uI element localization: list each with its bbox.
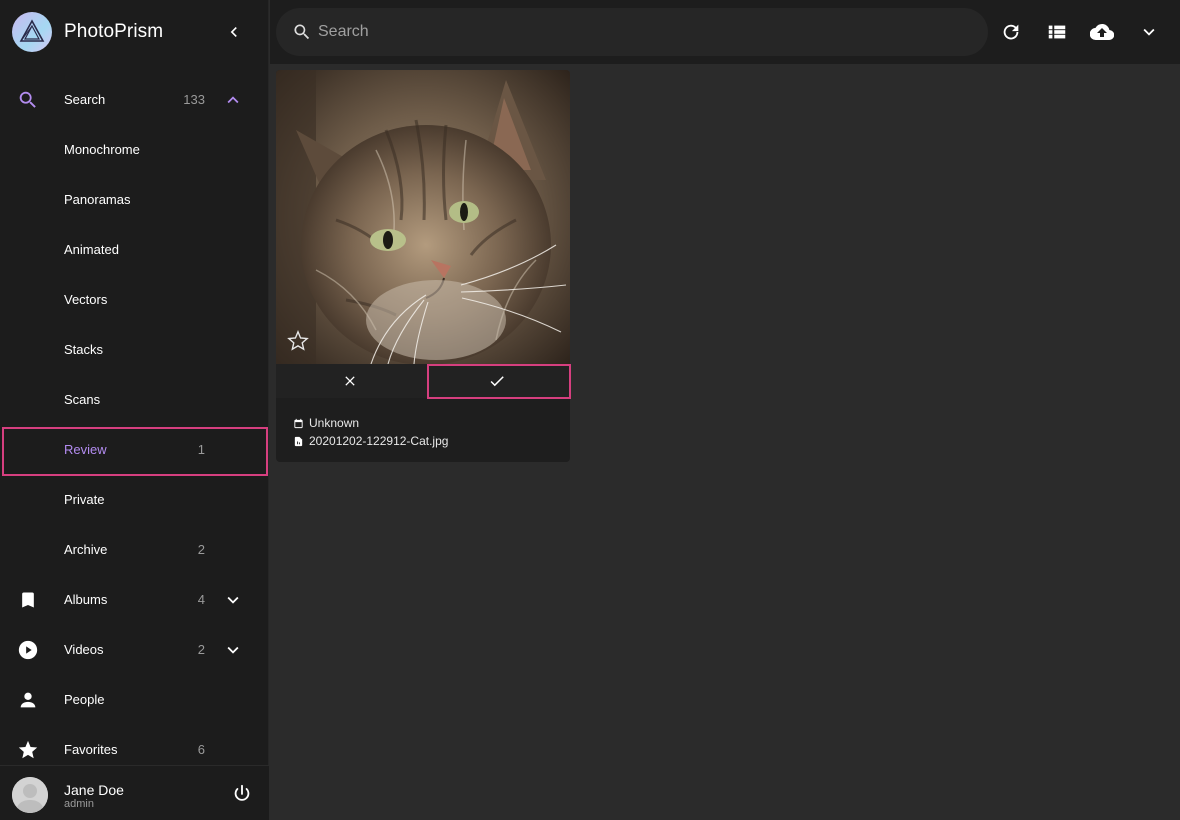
photo-card[interactable]: Unknown 20201202-122912-Cat.jpg bbox=[276, 70, 570, 462]
search-icon bbox=[16, 88, 40, 112]
photo-date-row: Unknown bbox=[292, 414, 448, 432]
sidebar-item-label: Review bbox=[64, 442, 107, 457]
photo-thumbnail[interactable] bbox=[276, 70, 570, 364]
sidebar-item-search[interactable]: Search 133 bbox=[0, 75, 269, 125]
sidebar-item-label: Search bbox=[64, 92, 106, 107]
file-icon bbox=[292, 435, 304, 447]
sidebar-item-count: 4 bbox=[197, 592, 205, 607]
sidebar-item-label: Animated bbox=[64, 242, 119, 257]
sidebar-item-count: 133 bbox=[183, 92, 205, 107]
chevron-left-icon bbox=[230, 27, 237, 37]
view-list-button[interactable] bbox=[1045, 20, 1069, 44]
app-title: PhotoPrism bbox=[64, 21, 164, 42]
sidebar-item-label: Vectors bbox=[64, 292, 108, 307]
sidebar-item-count: 1 bbox=[197, 442, 205, 457]
sidebar-item-label: Panoramas bbox=[64, 192, 131, 207]
avatar-silhouette-icon bbox=[12, 777, 48, 813]
search-box[interactable] bbox=[276, 8, 988, 56]
sidebar-item-label: Monochrome bbox=[64, 142, 140, 157]
top-toolbar bbox=[270, 0, 1180, 64]
more-options-button[interactable] bbox=[1137, 20, 1161, 44]
brand: PhotoPrism bbox=[0, 0, 269, 64]
user-role: admin bbox=[64, 798, 94, 810]
chevron-down-icon[interactable] bbox=[221, 588, 245, 612]
sidebar-item-count: 2 bbox=[197, 542, 205, 557]
user-bar: Jane Doe admin bbox=[0, 765, 269, 820]
close-icon bbox=[344, 376, 355, 386]
sidebar-item-review[interactable]: Review 1 bbox=[0, 425, 269, 475]
review-actions bbox=[276, 364, 570, 398]
sidebar-item-animated[interactable]: Animated bbox=[0, 225, 269, 275]
sidebar: PhotoPrism Search 133 Monochrome Panoram… bbox=[0, 0, 269, 820]
sidebar-item-label: Archive bbox=[64, 542, 108, 557]
collapse-sidebar-button[interactable] bbox=[222, 20, 246, 44]
calendar-icon bbox=[292, 417, 304, 429]
user-name: Jane Doe bbox=[64, 782, 124, 798]
photo-filename-row: 20201202-122912-Cat.jpg bbox=[292, 432, 448, 450]
sidebar-item-label: Videos bbox=[64, 642, 104, 657]
sidebar-item-panoramas[interactable]: Panoramas bbox=[0, 175, 269, 225]
person-icon bbox=[16, 688, 40, 712]
reject-button[interactable] bbox=[276, 364, 423, 398]
check-icon bbox=[490, 376, 504, 387]
photoprism-logo[interactable] bbox=[12, 12, 52, 52]
sidebar-item-people[interactable]: People bbox=[0, 675, 269, 725]
chevron-up-icon[interactable] bbox=[221, 88, 245, 112]
power-icon bbox=[234, 784, 250, 801]
cloud-upload-icon bbox=[1090, 23, 1114, 41]
prism-icon bbox=[19, 19, 45, 42]
sidebar-item-label: Scans bbox=[64, 392, 101, 407]
search-input[interactable] bbox=[318, 18, 958, 46]
search-icon bbox=[294, 24, 310, 40]
sidebar-item-label: Stacks bbox=[64, 342, 104, 357]
photo-metadata: Unknown 20201202-122912-Cat.jpg bbox=[292, 414, 448, 450]
chevron-down-icon bbox=[1143, 28, 1155, 36]
sidebar-item-count: 6 bbox=[197, 742, 205, 757]
cat-photo-image bbox=[276, 70, 570, 364]
avatar[interactable] bbox=[12, 777, 48, 813]
sidebar-item-videos[interactable]: Videos 2 bbox=[0, 625, 269, 675]
approve-button[interactable] bbox=[423, 364, 570, 398]
favorite-star-button[interactable] bbox=[287, 330, 309, 352]
star-icon bbox=[16, 738, 40, 762]
view-list-icon bbox=[1048, 25, 1066, 39]
play-circle-icon bbox=[16, 638, 40, 662]
sidebar-item-label: People bbox=[64, 692, 105, 707]
sidebar-item-stacks[interactable]: Stacks bbox=[0, 325, 269, 375]
sidebar-item-label: Favorites bbox=[64, 742, 118, 757]
sidebar-item-label: Private bbox=[64, 492, 105, 507]
sidebar-item-albums[interactable]: Albums 4 bbox=[0, 575, 269, 625]
sidebar-item-monochrome[interactable]: Monochrome bbox=[0, 125, 269, 175]
bookmark-icon bbox=[16, 588, 40, 612]
sidebar-item-label: Albums bbox=[64, 592, 108, 607]
refresh-button[interactable] bbox=[999, 20, 1023, 44]
sidebar-item-count: 2 bbox=[197, 642, 205, 657]
sidebar-item-scans[interactable]: Scans bbox=[0, 375, 269, 425]
sidebar-item-private[interactable]: Private bbox=[0, 475, 269, 525]
upload-button[interactable] bbox=[1090, 20, 1114, 44]
sidebar-item-archive[interactable]: Archive 2 bbox=[0, 525, 269, 575]
star-outline-icon bbox=[287, 330, 309, 351]
refresh-icon bbox=[1003, 24, 1019, 40]
chevron-down-icon[interactable] bbox=[221, 638, 245, 662]
photo-date: Unknown bbox=[309, 416, 360, 430]
photo-filename: 20201202-122912-Cat.jpg bbox=[309, 434, 449, 448]
logout-button[interactable] bbox=[230, 782, 254, 806]
sidebar-item-vectors[interactable]: Vectors bbox=[0, 275, 269, 325]
